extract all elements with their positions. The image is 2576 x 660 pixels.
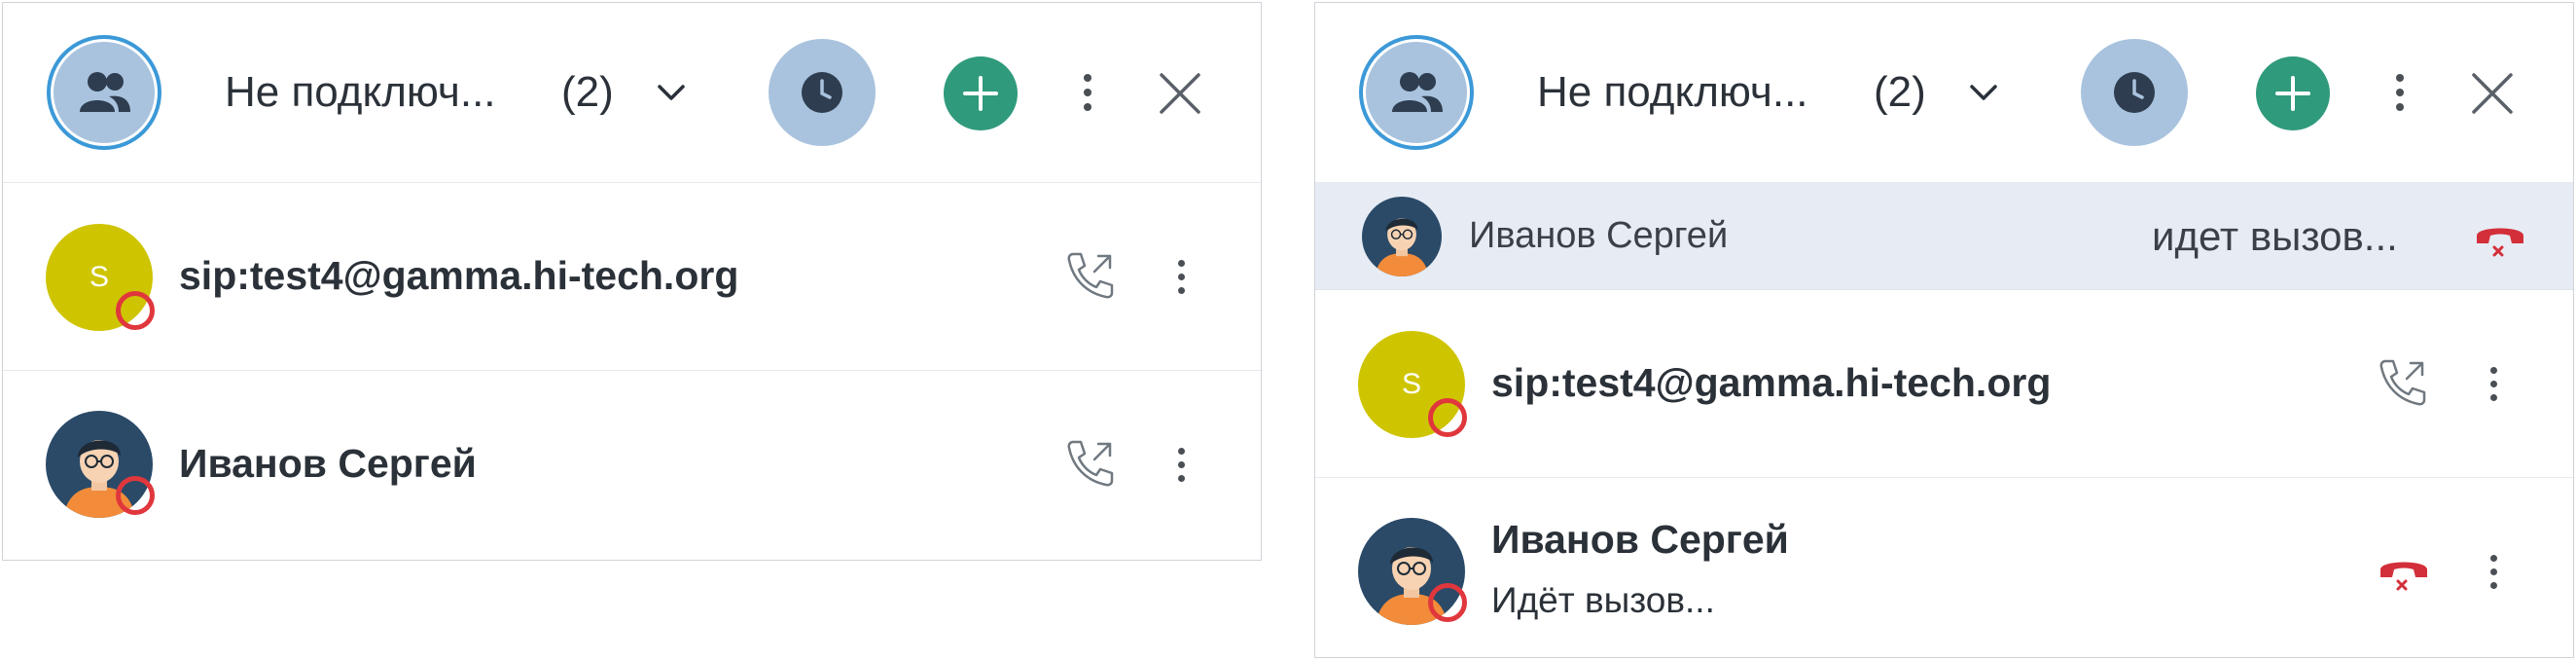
outgoing-call-icon[interactable]	[1061, 246, 1120, 305]
hangup-icon[interactable]	[2473, 214, 2527, 261]
clock-icon	[802, 72, 842, 113]
offline-status-icon	[116, 476, 155, 515]
avatar-initial: S	[89, 261, 109, 293]
active-call-bar[interactable]: Иванов Сергей идет вызов...	[1315, 183, 2573, 290]
clock-icon	[2114, 72, 2155, 113]
more-vertical-icon[interactable]	[1073, 65, 1102, 120]
offline-status-icon	[1428, 398, 1467, 437]
chevron-down-icon[interactable]	[654, 75, 689, 110]
plus-icon	[2275, 76, 2310, 111]
panel-header: Не подключ... (2)	[1315, 3, 2573, 183]
panel-header: Не подключ... (2)	[3, 3, 1261, 183]
call-status: идет вызов...	[2152, 213, 2398, 259]
contact-row[interactable]: S sip:test4@gamma.hi-tech.org	[1315, 290, 2573, 478]
avatar-initial: S	[1401, 368, 1421, 400]
group-icon	[80, 72, 130, 112]
add-contact-button[interactable]	[944, 56, 1018, 130]
contacts-panel-calling: Не подключ... (2) Иванов Сергей идет выз…	[1314, 2, 2574, 658]
offline-status-icon	[1428, 583, 1467, 622]
outgoing-call-icon[interactable]	[2374, 353, 2432, 412]
contact-count: (2)	[561, 68, 614, 116]
outgoing-call-icon[interactable]	[1061, 434, 1120, 493]
status-title[interactable]: Не подключ...	[1537, 68, 1808, 117]
user-avatar-icon	[1362, 197, 1442, 276]
contact-row[interactable]: Иванов Сергей	[3, 371, 1261, 559]
more-vertical-icon[interactable]	[1171, 252, 1191, 301]
contact-name: sip:test4@gamma.hi-tech.org	[1491, 360, 2052, 405]
group-icon	[1392, 72, 1443, 112]
contact-name: sip:test4@gamma.hi-tech.org	[179, 253, 739, 298]
group-avatar[interactable]	[47, 35, 161, 150]
more-vertical-icon[interactable]	[1171, 440, 1191, 489]
close-icon[interactable]	[2468, 69, 2517, 118]
more-vertical-icon[interactable]	[2484, 359, 2503, 408]
status-title[interactable]: Не подключ...	[225, 68, 496, 117]
caller-avatar	[1362, 197, 1442, 276]
hangup-icon[interactable]	[2377, 548, 2431, 595]
offline-status-icon	[116, 291, 155, 330]
contact-count: (2)	[1874, 68, 1926, 116]
history-button[interactable]	[2081, 39, 2188, 146]
add-contact-button[interactable]	[2256, 56, 2330, 130]
contact-name: Иванов Сергей	[1491, 517, 1789, 562]
contacts-panel: Не подключ... (2) S sip:test4@gamma.hi-t…	[2, 2, 1262, 561]
contact-row[interactable]: S sip:test4@gamma.hi-tech.org	[3, 183, 1261, 371]
history-button[interactable]	[769, 39, 876, 146]
close-icon[interactable]	[1156, 69, 1204, 118]
chevron-down-icon[interactable]	[1966, 75, 2001, 110]
more-vertical-icon[interactable]	[2385, 65, 2415, 120]
contact-row[interactable]: Иванов Сергей Идёт вызов...	[1315, 478, 2573, 656]
contact-name: Иванов Сергей	[179, 441, 477, 486]
plus-icon	[963, 76, 998, 111]
contact-call-status: Идёт вызов...	[1491, 580, 1715, 620]
group-avatar[interactable]	[1359, 35, 1474, 150]
caller-name: Иванов Сергей	[1469, 215, 1729, 256]
more-vertical-icon[interactable]	[2484, 547, 2503, 596]
